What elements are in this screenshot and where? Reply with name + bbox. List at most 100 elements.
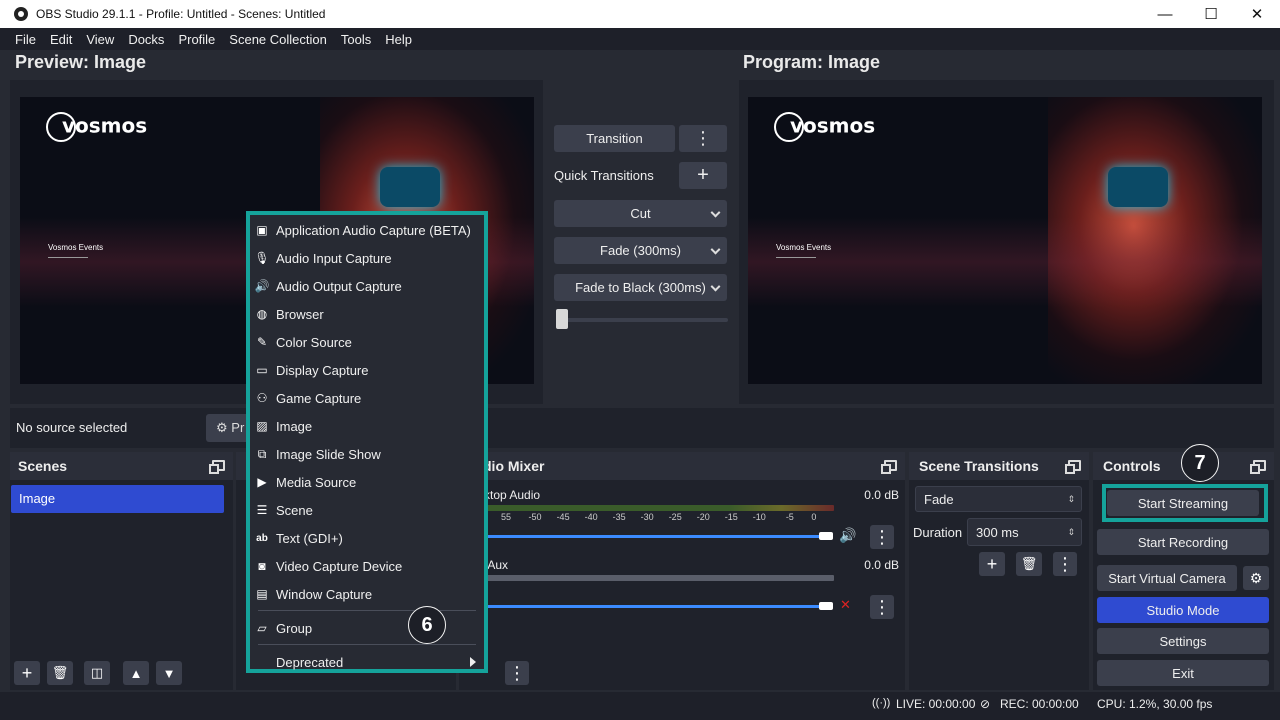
menu-item-display-capture[interactable]: ▭ Display Capture bbox=[254, 357, 480, 383]
move-up-icon[interactable]: ▲ bbox=[123, 661, 149, 685]
tick: -40 bbox=[584, 512, 598, 522]
step-7-callout: 7 bbox=[1181, 444, 1219, 482]
start-recording-button[interactable]: Start Recording bbox=[1097, 529, 1269, 555]
step-6-callout: 6 bbox=[408, 606, 446, 644]
minimize-button[interactable]: — bbox=[1142, 0, 1188, 28]
menu-item-window-capture[interactable]: ▤ Window Capture bbox=[254, 581, 480, 607]
menu-item-label: Audio Output Capture bbox=[276, 278, 402, 294]
add-scene-icon[interactable]: + bbox=[14, 661, 40, 685]
tick: -25 bbox=[668, 512, 682, 522]
close-button[interactable]: ✕ bbox=[1234, 0, 1280, 28]
camera-icon: ◙ bbox=[258, 559, 266, 573]
menu-item-browser[interactable]: ◍ Browser bbox=[254, 301, 480, 327]
menu-item-media-source[interactable]: ▶ Media Source bbox=[254, 469, 480, 495]
desktop-audio-meter bbox=[484, 505, 834, 511]
menu-item-scene[interactable]: ☰ Scene bbox=[254, 497, 480, 523]
quick-transition-fade-black[interactable]: Fade to Black (300ms) bbox=[554, 274, 727, 301]
menu-file[interactable]: File bbox=[8, 32, 43, 47]
undock-icon[interactable] bbox=[881, 460, 897, 474]
menu-item-label: Text (GDI+) bbox=[276, 530, 343, 546]
fade-black-label: Fade to Black (300ms) bbox=[575, 280, 706, 295]
title-bar: OBS Studio 29.1.1 - Profile: Untitled - … bbox=[0, 0, 1280, 28]
remove-transition-icon[interactable]: 🗑 bbox=[1016, 552, 1042, 576]
list-icon: ☰ bbox=[256, 503, 268, 517]
studio-mode-button[interactable]: Studio Mode bbox=[1097, 597, 1269, 623]
menu-item-image-slide-show[interactable]: ⧉ Image Slide Show bbox=[254, 441, 480, 467]
remove-scene-icon[interactable]: 🗑 bbox=[47, 661, 73, 685]
add-quick-transition-icon[interactable]: + bbox=[679, 162, 727, 189]
menu-item-deprecated[interactable]: Deprecated bbox=[254, 649, 480, 675]
scene-transitions-dock: Scene Transitions Fade ⇕ Duration 300 ms ⇕… bbox=[909, 452, 1089, 690]
menu-item-image[interactable]: ▨ Image bbox=[254, 413, 480, 439]
submenu-arrow-icon bbox=[470, 657, 476, 667]
menu-item-label: Display Capture bbox=[276, 362, 369, 378]
duration-spinbox[interactable]: 300 ms ⇕ bbox=[967, 518, 1082, 546]
program-logo-text: vosmos bbox=[790, 113, 876, 138]
undock-icon[interactable] bbox=[1250, 460, 1266, 474]
menu-docks[interactable]: Docks bbox=[121, 32, 171, 47]
transition-button[interactable]: Transition bbox=[554, 125, 675, 152]
vr-headset-program bbox=[1108, 167, 1168, 207]
cpu-fps: CPU: 1.2%, 30.00 fps bbox=[1097, 697, 1213, 711]
menu-item-text-gdi[interactable]: ab Text (GDI+) bbox=[254, 525, 480, 551]
add-source-menu: ▣ Application Audio Capture (BETA) 🎙 Audio… bbox=[246, 211, 488, 673]
start-virtual-camera-button[interactable]: Start Virtual Camera bbox=[1097, 565, 1237, 591]
menu-item-label: Deprecated bbox=[276, 654, 344, 670]
start-streaming-highlight bbox=[1102, 484, 1268, 522]
status-bar: ((·)) LIVE: 00:00:00 ⊘ REC: 00:00:00 CPU… bbox=[0, 692, 1280, 720]
desktop-audio-more-icon[interactable]: ⋮ bbox=[870, 525, 894, 549]
scene-filters-icon[interactable]: ◫ bbox=[84, 661, 110, 685]
speaker-icon[interactable]: 🔊 bbox=[839, 527, 856, 544]
menu-profile[interactable]: Profile bbox=[171, 32, 222, 47]
move-down-icon[interactable]: ▼ bbox=[156, 661, 182, 685]
scene-item[interactable]: Image bbox=[11, 485, 224, 513]
rec-time: REC: 00:00:00 bbox=[1000, 697, 1079, 711]
mic-volume-slider[interactable] bbox=[484, 605, 826, 608]
play-icon: ▶ bbox=[257, 475, 267, 489]
tbar-handle[interactable] bbox=[556, 309, 568, 329]
menu-item-audio-output[interactable]: 🔊 Audio Output Capture bbox=[254, 273, 480, 299]
desktop-volume-handle[interactable] bbox=[819, 532, 833, 540]
quick-transition-fade[interactable]: Fade (300ms) bbox=[554, 237, 727, 264]
menu-item-group[interactable]: ▱ Group bbox=[254, 615, 480, 641]
live-time: LIVE: 00:00:00 bbox=[896, 697, 976, 711]
menu-item-label: Video Capture Device bbox=[276, 558, 403, 574]
transition-more-icon[interactable]: ⋮ bbox=[1053, 552, 1077, 576]
undock-icon[interactable] bbox=[1065, 460, 1081, 474]
menu-view[interactable]: View bbox=[79, 32, 121, 47]
menu-item-video-capture[interactable]: ◙ Video Capture Device bbox=[254, 553, 480, 579]
scene-transitions-header: Scene Transitions bbox=[909, 452, 1089, 480]
menu-item-label: Group bbox=[276, 620, 313, 636]
menu-edit[interactable]: Edit bbox=[43, 32, 79, 47]
menu-item-color-source[interactable]: ✎ Color Source bbox=[254, 329, 480, 355]
virtual-camera-settings-icon[interactable]: ⚙ bbox=[1243, 566, 1269, 590]
muted-speaker-icon[interactable]: ✕ bbox=[840, 597, 851, 613]
menu-scene-collection[interactable]: Scene Collection bbox=[222, 32, 334, 47]
tbar-track[interactable] bbox=[558, 318, 728, 322]
desktop-volume-slider[interactable] bbox=[484, 535, 826, 538]
microphone-icon: 🎙 bbox=[254, 251, 270, 265]
scene-transitions-title: Scene Transitions bbox=[919, 458, 1039, 474]
mic-aux-more-icon[interactable]: ⋮ bbox=[870, 595, 894, 619]
settings-button[interactable]: Settings bbox=[1097, 628, 1269, 654]
menu-item-label: Media Source bbox=[276, 474, 357, 490]
mic-aux-meter bbox=[484, 575, 834, 581]
tick: -15 bbox=[724, 512, 738, 522]
menu-tools[interactable]: Tools bbox=[334, 32, 378, 47]
menu-item-label: Color Source bbox=[276, 334, 352, 350]
exit-button[interactable]: Exit bbox=[1097, 660, 1269, 686]
mic-volume-handle[interactable] bbox=[819, 602, 833, 610]
menu-item-game-capture[interactable]: ⚇ Game Capture bbox=[254, 385, 480, 411]
maximize-button[interactable]: ☐ bbox=[1188, 0, 1234, 28]
undock-icon[interactable] bbox=[209, 460, 225, 474]
program-streak bbox=[748, 217, 1262, 307]
add-transition-icon[interactable]: + bbox=[979, 552, 1005, 576]
menu-item-app-audio-capture[interactable]: ▣ Application Audio Capture (BETA) bbox=[254, 217, 480, 243]
quick-transition-cut[interactable]: Cut bbox=[554, 200, 727, 227]
transition-select[interactable]: Fade ⇕ bbox=[915, 486, 1082, 512]
menu-item-audio-input[interactable]: 🎙 Audio Input Capture bbox=[254, 245, 480, 271]
transition-more-icon[interactable]: ⋮ bbox=[679, 125, 727, 152]
quick-transitions-label: Quick Transitions bbox=[554, 168, 654, 183]
mixer-more-icon[interactable]: ⋮ bbox=[505, 661, 529, 685]
menu-help[interactable]: Help bbox=[378, 32, 419, 47]
